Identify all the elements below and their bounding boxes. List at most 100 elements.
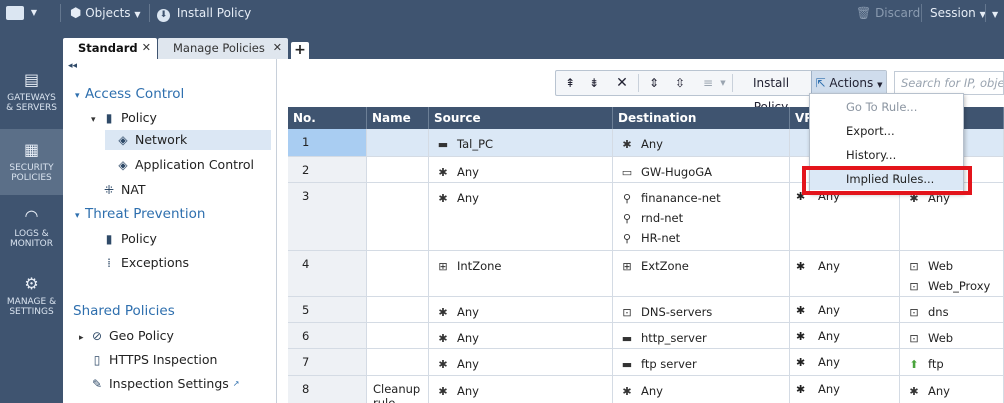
cell-no[interactable]: 6 <box>288 323 367 348</box>
tree-access-policy[interactable]: ▾ ▮ Policy <box>91 108 157 128</box>
table-row[interactable]: 4 ⊞ IntZone ⊞ ExtZone ✱ Any ⊡ Web ⊡ Web_Proxy <box>288 251 1004 297</box>
close-icon[interactable]: ✕ <box>273 38 282 58</box>
column-header-destination[interactable]: Destination <box>613 107 790 129</box>
menu-item-history[interactable]: History... <box>810 144 963 166</box>
object-entry[interactable]: ▭ GW-HugoGA <box>619 163 789 183</box>
cell-no[interactable]: 1 <box>288 129 367 156</box>
cell-vpn[interactable]: ✱ Any <box>790 251 900 296</box>
object-entry[interactable]: ⊡ Web_Proxy <box>906 277 1003 297</box>
cell-destination[interactable]: ▬ ftp server <box>613 349 790 375</box>
cell-name[interactable] <box>367 349 429 375</box>
cell-name[interactable] <box>367 323 429 348</box>
object-entry[interactable]: ⊞ ExtZone <box>619 257 789 277</box>
expand-sections-icon[interactable]: ⇕ <box>644 71 664 95</box>
nav-security-policies[interactable]: ▦ SECURITY POLICIES <box>0 129 63 195</box>
object-entry[interactable]: ✱ Any <box>906 382 1003 402</box>
cell-source[interactable]: ✱ Any <box>429 376 613 403</box>
cell-no[interactable]: 3 <box>288 183 367 250</box>
object-entry[interactable]: ✱ Any <box>435 303 612 323</box>
object-entry[interactable]: ⊡ dns <box>906 303 1003 323</box>
chevron-down-icon[interactable]: ▼ <box>718 71 728 95</box>
cell-source[interactable]: ✱ Any <box>429 157 613 182</box>
nav-logs-monitor[interactable]: ◠ LOGS & MONITOR <box>0 201 63 259</box>
tree-nat[interactable]: ⁜ NAT <box>101 180 146 200</box>
object-entry[interactable]: ⊡ Web <box>906 257 1003 277</box>
tree-exceptions[interactable]: ⁞ Exceptions <box>101 253 189 273</box>
tree-access-control[interactable]: ▾ Access Control <box>75 84 184 104</box>
object-entry[interactable]: ⊡ Web <box>906 329 1003 349</box>
table-row[interactable]: 6 ✱ Any ▬ http_server ✱ Any ⊡ Web <box>288 323 1004 349</box>
cell-no[interactable]: 5 <box>288 297 367 322</box>
object-entry[interactable]: ✱ Any <box>435 382 612 402</box>
nav-gateways-servers[interactable]: ▤ GATEWAYS & SERVERS <box>0 67 63 125</box>
menu-item-go-to-rule[interactable]: Go To Rule... <box>810 96 963 118</box>
cell-destination[interactable]: ✱ Any <box>613 129 790 156</box>
object-entry[interactable]: ✱ Any <box>435 189 612 209</box>
install-policy-button[interactable]: ⬇ Install Policy <box>157 0 251 26</box>
column-header-source[interactable]: Source <box>429 107 613 129</box>
cell-destination[interactable]: ✱ Any <box>613 376 790 403</box>
cell-no[interactable]: 7 <box>288 349 367 375</box>
tree-tp-policy[interactable]: ▮ Policy <box>101 229 157 249</box>
object-entry[interactable]: ✱ Any <box>435 355 612 375</box>
cell-name[interactable] <box>367 157 429 182</box>
cell-name[interactable]: Cleanup rule <box>367 376 429 403</box>
cell-no[interactable]: 2 <box>288 157 367 182</box>
discard-button[interactable]: 🗑 Discard <box>856 0 920 26</box>
search-input[interactable]: Search for IP, object, act <box>894 71 1004 95</box>
actions-menu-button[interactable]: ⇱ Actions ▼ <box>811 71 886 95</box>
cell-name[interactable] <box>367 251 429 296</box>
user-menu-button[interactable]: ▼ <box>992 0 998 26</box>
cell-app[interactable]: ⬆ ftp <box>900 349 1004 375</box>
menu-lines-icon[interactable]: ≡ <box>698 71 718 95</box>
tab-standard[interactable]: Standard ✕ <box>63 38 157 59</box>
object-entry[interactable]: ⊡ DNS-servers <box>619 303 789 323</box>
table-row[interactable]: 5 ✱ Any ⊡ DNS-servers ✱ Any ⊡ dns <box>288 297 1004 323</box>
cell-source[interactable]: ⊞ IntZone <box>429 251 613 296</box>
add-rule-below-icon[interactable]: ⇟ <box>584 71 604 95</box>
object-entry[interactable]: ▬ http_server <box>619 329 789 349</box>
tree-inspection-settings[interactable]: ✎ Inspection Settings ↗ <box>89 374 240 394</box>
object-entry[interactable]: ▬ ftp server <box>619 355 789 375</box>
session-menu-button[interactable]: Session ▼ <box>930 0 986 26</box>
column-header-name[interactable]: Name <box>367 107 429 129</box>
tree-application-control[interactable]: ◈ Application Control <box>115 155 254 175</box>
cell-vpn[interactable]: ✱ Any <box>790 297 900 322</box>
tree-geo-policy[interactable]: ▸ ⊘ Geo Policy <box>79 326 174 346</box>
cell-vpn[interactable]: ✱ Any <box>790 376 900 403</box>
cell-destination[interactable]: ▬ http_server <box>613 323 790 348</box>
cell-source[interactable]: ✱ Any <box>429 323 613 348</box>
tree-https-inspection[interactable]: ▯ HTTPS Inspection <box>89 350 218 370</box>
object-entry[interactable]: ✱ Any <box>435 329 612 349</box>
tree-network[interactable]: ◈ Network <box>105 130 271 150</box>
table-row[interactable]: 7 ✱ Any ▬ ftp server ✱ Any ⬆ ftp <box>288 349 1004 376</box>
object-entry[interactable]: ⬆ ftp <box>906 355 1003 375</box>
collapse-sections-icon[interactable]: ⇳ <box>670 71 690 95</box>
add-tab-button[interactable]: + <box>291 42 309 59</box>
collapse-panel-icon[interactable]: ◂◂ <box>68 61 77 71</box>
cell-app[interactable]: ✱ Any <box>900 376 1004 403</box>
cell-source[interactable]: ▬ Tal_PC <box>429 129 613 156</box>
cell-no[interactable]: 8 <box>288 376 367 403</box>
menu-item-export[interactable]: Export... <box>810 120 963 142</box>
column-header-no[interactable]: No. <box>288 107 367 129</box>
close-icon[interactable]: ✕ <box>142 38 151 58</box>
object-entry[interactable]: ✱ Any <box>435 163 612 183</box>
cell-vpn[interactable]: ✱ Any <box>790 349 900 375</box>
cell-name[interactable] <box>367 129 429 156</box>
object-entry[interactable]: ✱ Any <box>619 135 789 155</box>
toolbar-install-policy-button[interactable]: Install Policy <box>736 71 806 114</box>
cell-destination[interactable]: ⊞ ExtZone <box>613 251 790 296</box>
add-rule-above-icon[interactable]: ⇞ <box>560 71 580 95</box>
cell-name[interactable] <box>367 297 429 322</box>
cell-app[interactable]: ⊡ Web ⊡ Web_Proxy <box>900 251 1004 296</box>
cell-app[interactable]: ⊡ Web <box>900 323 1004 348</box>
cell-app[interactable]: ⊡ dns <box>900 297 1004 322</box>
cell-no[interactable]: 4 <box>288 251 367 296</box>
object-entry[interactable]: ⚲ finanance-net <box>619 189 789 209</box>
cell-destination[interactable]: ⊡ DNS-servers <box>613 297 790 322</box>
object-entry[interactable]: ▬ Tal_PC <box>435 135 612 155</box>
cell-destination[interactable]: ⚲ finanance-net ⚲ rnd-net ⚲ HR-net <box>613 183 790 250</box>
app-menu-button[interactable]: ▼ <box>6 0 37 26</box>
cell-source[interactable]: ✱ Any <box>429 349 613 375</box>
